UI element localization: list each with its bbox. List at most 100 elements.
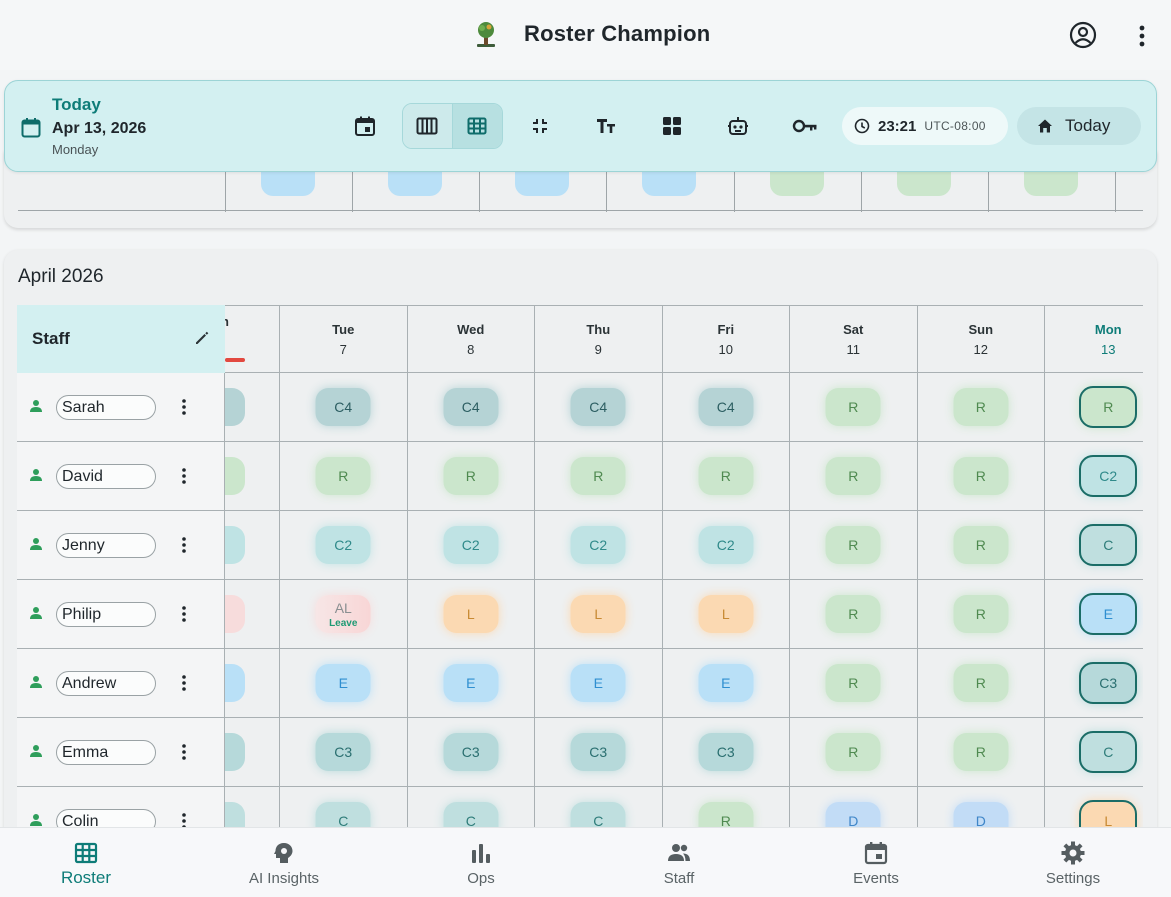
shift-chip-partial[interactable] (225, 457, 245, 495)
shift-chip[interactable]: R (698, 457, 754, 495)
shift-chip-partial[interactable] (225, 388, 245, 426)
shift-chip[interactable]: C3 (315, 733, 371, 771)
shift-chip[interactable]: R (953, 457, 1009, 495)
shift-chip-partial[interactable] (897, 172, 951, 196)
shift-chip[interactable]: C3 (570, 733, 626, 771)
roster-cell[interactable]: R (789, 373, 917, 442)
staff-row[interactable]: David (17, 442, 225, 511)
day-header[interactable]: Sat 11 (789, 305, 917, 373)
roster-cell[interactable]: L (534, 580, 662, 649)
roster-cell-partial[interactable]: e (225, 580, 279, 649)
roster-cell[interactable]: C (1044, 511, 1143, 580)
shift-chip[interactable]: E (1079, 593, 1138, 635)
roster-cell[interactable]: R (789, 511, 917, 580)
roster-cell[interactable]: R (916, 511, 1044, 580)
nav-roster[interactable]: Roster (0, 828, 176, 897)
shift-chip[interactable]: C4 (698, 388, 754, 426)
shift-chip-partial[interactable] (1024, 172, 1078, 196)
roster-cell[interactable]: R (916, 580, 1044, 649)
dashboard-icon[interactable] (661, 115, 683, 137)
compress-icon[interactable] (529, 115, 551, 137)
go-today-button[interactable]: Today (1017, 107, 1141, 145)
roster-cell[interactable]: C3 (534, 718, 662, 787)
shift-chip[interactable]: E (315, 664, 371, 702)
shift-chip-partial[interactable] (388, 172, 442, 196)
day-header[interactable]: Tue 7 (279, 305, 407, 373)
shift-chip[interactable]: R (953, 733, 1009, 771)
roster-cell-partial[interactable] (225, 718, 279, 787)
shift-chip[interactable]: C (1079, 731, 1138, 773)
shift-chip[interactable]: C4 (315, 388, 371, 426)
shift-chip[interactable]: R (825, 664, 881, 702)
shift-chip[interactable]: R (443, 457, 499, 495)
roster-cell[interactable]: R (916, 718, 1044, 787)
staff-row[interactable]: Emma (17, 718, 225, 787)
roster-cell[interactable]: R (789, 580, 917, 649)
shift-chip[interactable]: C (1079, 524, 1138, 566)
shift-chip-partial[interactable] (261, 172, 315, 196)
shift-chip[interactable]: C2 (315, 526, 371, 564)
shift-chip[interactable]: C2 (698, 526, 754, 564)
roster-cell[interactable]: C3 (661, 718, 789, 787)
text-size-icon[interactable] (595, 115, 617, 137)
day-header[interactable]: Thu 9 (534, 305, 662, 373)
shift-chip[interactable]: L (570, 595, 626, 633)
week-view-button[interactable] (403, 104, 453, 148)
edit-icon[interactable] (193, 329, 211, 347)
nav-settings[interactable]: Settings (983, 828, 1163, 897)
shift-chip[interactable]: E (570, 664, 626, 702)
shift-chip[interactable]: R (570, 457, 626, 495)
shift-chip[interactable]: E (443, 664, 499, 702)
event-calendar-icon[interactable] (354, 115, 376, 137)
roster-cell[interactable]: R (789, 649, 917, 718)
calendar-icon[interactable] (21, 117, 41, 139)
day-header[interactable]: Fri 10 (661, 305, 789, 373)
roster-cell[interactable]: R (661, 442, 789, 511)
shift-chip[interactable]: R (825, 388, 881, 426)
shift-chip[interactable]: C2 (570, 526, 626, 564)
shift-chip[interactable]: AL Leave (315, 595, 371, 633)
shift-chip[interactable]: C4 (570, 388, 626, 426)
shift-chip[interactable]: C4 (443, 388, 499, 426)
shift-chip-partial[interactable] (225, 526, 245, 564)
shift-chip[interactable]: R (825, 457, 881, 495)
shift-chip-partial[interactable]: e (225, 595, 245, 633)
shift-chip-partial[interactable] (642, 172, 696, 196)
shift-chip[interactable]: R (825, 595, 881, 633)
roster-cell[interactable]: R (916, 442, 1044, 511)
roster-cell-partial[interactable] (225, 649, 279, 718)
more-vert-icon[interactable] (179, 742, 189, 762)
roster-cell-partial[interactable] (225, 373, 279, 442)
nav-events[interactable]: Events (786, 828, 966, 897)
staff-row[interactable]: Andrew (17, 649, 225, 718)
shift-chip[interactable]: L (443, 595, 499, 633)
more-vert-icon[interactable] (1130, 22, 1154, 50)
roster-cell[interactable]: R (534, 442, 662, 511)
staff-row[interactable]: Philip (17, 580, 225, 649)
staff-row[interactable]: Jenny (17, 511, 225, 580)
roster-cell[interactable]: E (661, 649, 789, 718)
key-icon[interactable] (792, 115, 818, 137)
shift-chip[interactable]: C2 (1079, 455, 1138, 497)
shift-chip[interactable]: R (953, 388, 1009, 426)
more-vert-icon[interactable] (179, 397, 189, 417)
roster-cell[interactable]: C4 (406, 373, 534, 442)
shift-chip[interactable]: R (953, 526, 1009, 564)
current-date-block[interactable]: Today Apr 13, 2026 Monday (52, 95, 146, 157)
roster-cell[interactable]: L (661, 580, 789, 649)
roster-cell[interactable]: C3 (279, 718, 407, 787)
shift-chip-partial[interactable] (225, 733, 245, 771)
roster-cell[interactable]: R (406, 442, 534, 511)
shift-chip[interactable]: R (953, 595, 1009, 633)
nav-ai-insights[interactable]: AI Insights (194, 828, 374, 897)
nav-staff[interactable]: Staff (589, 828, 769, 897)
shift-chip[interactable]: C2 (443, 526, 499, 564)
roster-cell[interactable]: L (406, 580, 534, 649)
staff-row[interactable]: Sarah (17, 373, 225, 442)
roster-cell[interactable]: R (789, 718, 917, 787)
roster-cell-partial[interactable] (225, 442, 279, 511)
shift-chip[interactable]: R (825, 733, 881, 771)
day-header[interactable]: Mon 13 (1044, 305, 1143, 373)
roster-cell[interactable]: C2 (279, 511, 407, 580)
roster-cell[interactable]: R (916, 649, 1044, 718)
